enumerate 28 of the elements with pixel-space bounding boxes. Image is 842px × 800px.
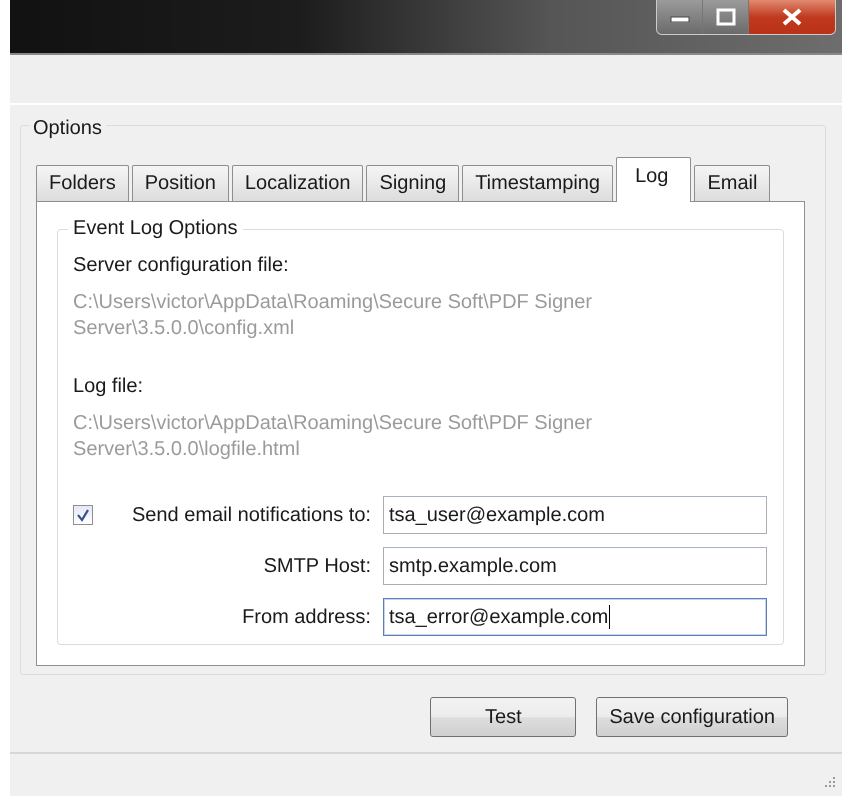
path-text: C:\Users\victor\AppData\Roaming\Secure Soft\PDF Signer Server\3.5.0.0\config.xml [73, 290, 594, 341]
tab[interactable]: Log [616, 157, 692, 202]
field-label: Log file: [73, 375, 144, 398]
minimize-button[interactable] [657, 0, 703, 34]
resize-grip-icon[interactable] [822, 776, 836, 790]
maximize-icon [714, 8, 736, 26]
tab[interactable]: Localization [232, 165, 364, 201]
field-label: Server configuration file: [73, 254, 290, 277]
input-field[interactable]: tsa_error@example.com [383, 598, 767, 636]
path-text: C:\Users\victor\AppData\Roaming\Secure Soft\PDF Signer Server\3.5.0.0\logfile.html [73, 411, 594, 462]
field-label: SMTP Host: [264, 554, 371, 578]
group-title: Options [29, 117, 106, 140]
group-title: Event Log Options [68, 217, 243, 240]
tab[interactable]: Email [694, 165, 770, 201]
checkbox[interactable] [73, 505, 93, 525]
save-button[interactable]: Save configuration [596, 697, 788, 737]
field-label: From address: [242, 606, 371, 628]
input-field[interactable]: tsa_user@example.com [383, 496, 767, 534]
close-button[interactable] [749, 0, 835, 34]
input-field[interactable]: smtp.example.com [383, 547, 767, 585]
maximize-button[interactable] [703, 0, 749, 34]
tab[interactable]: Timestamping [462, 165, 614, 201]
tab[interactable]: Signing [366, 165, 460, 201]
close-icon [780, 7, 804, 27]
test-button[interactable]: Test [430, 697, 576, 737]
tab[interactable]: Position [132, 165, 229, 201]
checkbox-label: Send email notifications to: [132, 504, 371, 526]
tab[interactable]: Folders [36, 165, 129, 201]
